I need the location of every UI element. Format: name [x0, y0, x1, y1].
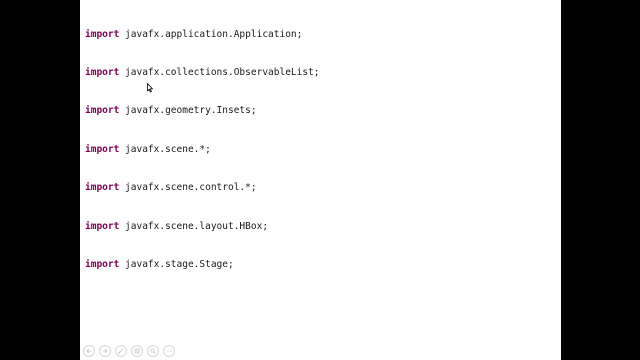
- code-text: javafx.stage.Stage;: [119, 258, 234, 270]
- slide: import javafx.application.Application; i…: [80, 0, 561, 360]
- code-line: import javafx.collections.ObservableList…: [85, 67, 320, 80]
- zoom-button[interactable]: [147, 345, 159, 357]
- code-keyword: import: [85, 182, 120, 194]
- code-text: javafx.application.Application;: [119, 28, 303, 40]
- arrow-right-icon: [103, 348, 108, 354]
- previous-slide-button[interactable]: [83, 345, 95, 357]
- code-text: javafx.collections.ObservableList;: [119, 66, 320, 78]
- code-text: javafx.scene.layout.HBox;: [119, 220, 269, 232]
- more-icon: [166, 350, 172, 352]
- all-slides-button[interactable]: [131, 345, 143, 357]
- next-slide-button[interactable]: [99, 345, 111, 357]
- slides-grid-icon: [134, 348, 140, 354]
- code-line: import javafx.application.Application;: [85, 29, 320, 42]
- code-keyword: import: [85, 105, 120, 117]
- slideshow-toolbar: [83, 345, 175, 357]
- code-keyword: import: [85, 66, 120, 78]
- code-line: import javafx.stage.Stage;: [85, 259, 320, 272]
- code-keyword: import: [85, 220, 120, 232]
- code-text: javafx.geometry.Insets;: [119, 105, 257, 117]
- code-line: import javafx.geometry.Insets;: [85, 105, 320, 118]
- mouse-cursor-icon: [147, 80, 153, 93]
- code-block: import javafx.application.Application; i…: [85, 3, 320, 297]
- code-line: import javafx.scene.*;: [85, 144, 320, 157]
- code-keyword: import: [85, 143, 120, 155]
- pen-button[interactable]: [115, 345, 127, 357]
- code-text: javafx.scene.*;: [119, 143, 211, 155]
- code-line: import javafx.scene.layout.HBox;: [85, 221, 320, 234]
- code-line: import javafx.scene.control.*;: [85, 182, 320, 195]
- arrow-left-icon: [86, 348, 91, 354]
- presentation-window: import javafx.application.Application; i…: [0, 0, 640, 360]
- code-text: javafx.scene.control.*;: [119, 182, 257, 194]
- more-options-button[interactable]: [163, 345, 175, 357]
- code-keyword: import: [85, 258, 120, 270]
- magnifier-icon: [150, 348, 156, 354]
- code-keyword: import: [85, 28, 120, 40]
- pen-icon: [117, 348, 124, 355]
